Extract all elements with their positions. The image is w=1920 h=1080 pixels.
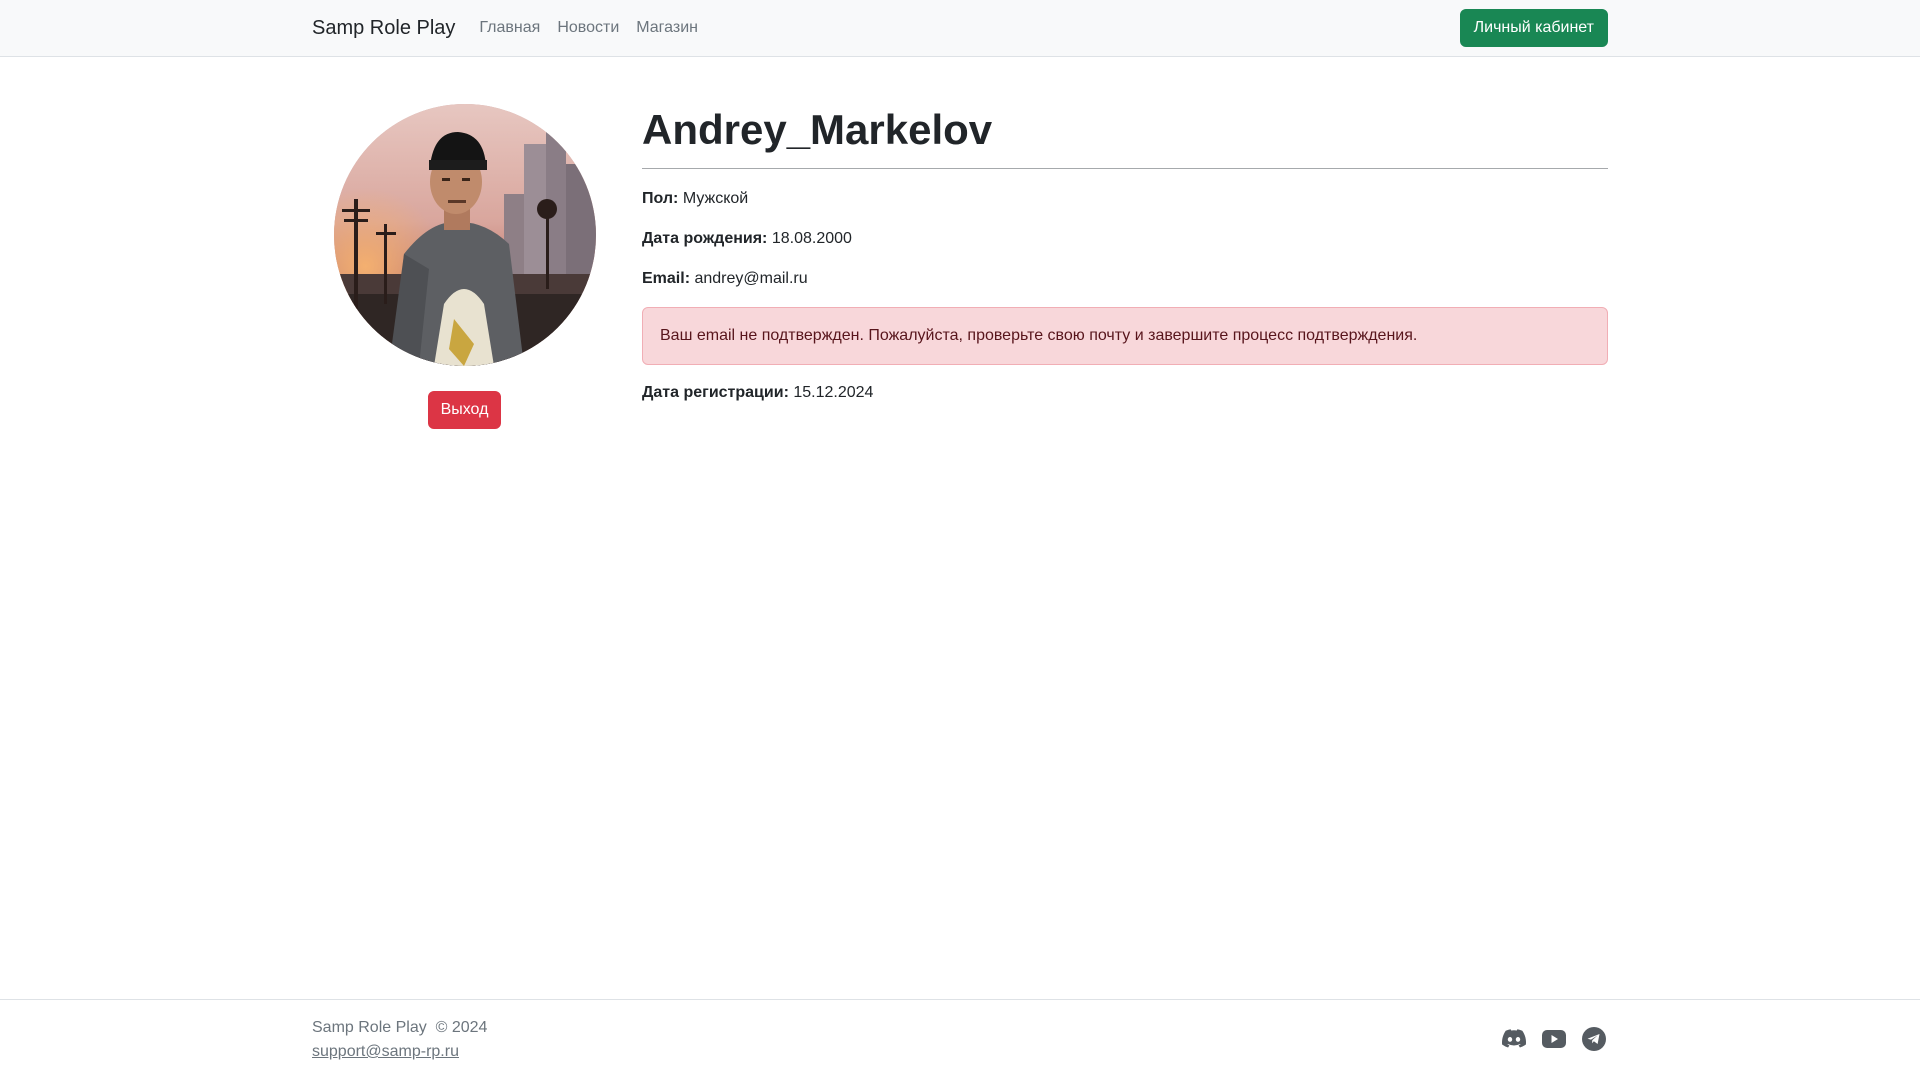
username-heading: Andrey_Markelov <box>642 106 993 153</box>
birthdate-label: Дата рождения: <box>642 230 768 247</box>
footer: Samp Role Play © 2024 support@samp-rp.ru <box>0 999 1920 1080</box>
nav-link-shop[interactable]: Магазин <box>636 19 698 37</box>
gender-value: Мужской <box>682 190 749 207</box>
gender-label: Пол: <box>642 190 679 207</box>
footer-info: Samp Role Play © 2024 support@samp-rp.ru <box>312 1016 487 1064</box>
registration-date-label: Дата регистрации: <box>642 384 789 401</box>
email-field: Email: andrey@mail.ru <box>642 267 1608 291</box>
birthdate-value: 18.08.2000 <box>771 230 852 247</box>
profile-info: Andrey_Markelov Пол: Мужской Дата рожден… <box>642 100 1608 421</box>
birthdate-field: Дата рождения: 18.08.2000 <box>642 227 1608 251</box>
social-icons <box>1502 1027 1606 1051</box>
divider <box>642 168 1608 169</box>
avatar <box>334 104 596 366</box>
navbar-container: Samp Role Play Главная Новости Магазин Л… <box>312 0 1608 56</box>
email-label: Email: <box>642 270 691 287</box>
nav-link-home[interactable]: Главная <box>479 19 540 37</box>
personal-cabinet-button[interactable]: Личный кабинет <box>1459 9 1608 47</box>
email-value: andrey@mail.ru <box>694 270 808 287</box>
nav-link-news[interactable]: Новости <box>557 19 619 37</box>
logout-button[interactable]: Выход <box>428 391 501 429</box>
email-unverified-alert: Ваш email не подтвержден. Пожалуйста, пр… <box>642 307 1608 365</box>
registration-date-field: Дата регистрации: 15.12.2024 <box>642 381 1608 405</box>
footer-copyright: Samp Role Play © 2024 <box>312 1019 488 1036</box>
registration-date-value: 15.12.2024 <box>793 384 874 401</box>
support-email-link[interactable]: support@samp-rp.ru <box>312 1043 459 1060</box>
discord-icon[interactable] <box>1502 1027 1526 1051</box>
youtube-icon[interactable] <box>1542 1027 1566 1051</box>
navbar-brand[interactable]: Samp Role Play <box>312 17 455 40</box>
avatar-image <box>334 104 596 366</box>
gender-field: Пол: Мужской <box>642 187 1608 211</box>
telegram-icon[interactable] <box>1582 1027 1606 1051</box>
navbar: Samp Role Play Главная Новости Магазин Л… <box>0 0 1920 57</box>
